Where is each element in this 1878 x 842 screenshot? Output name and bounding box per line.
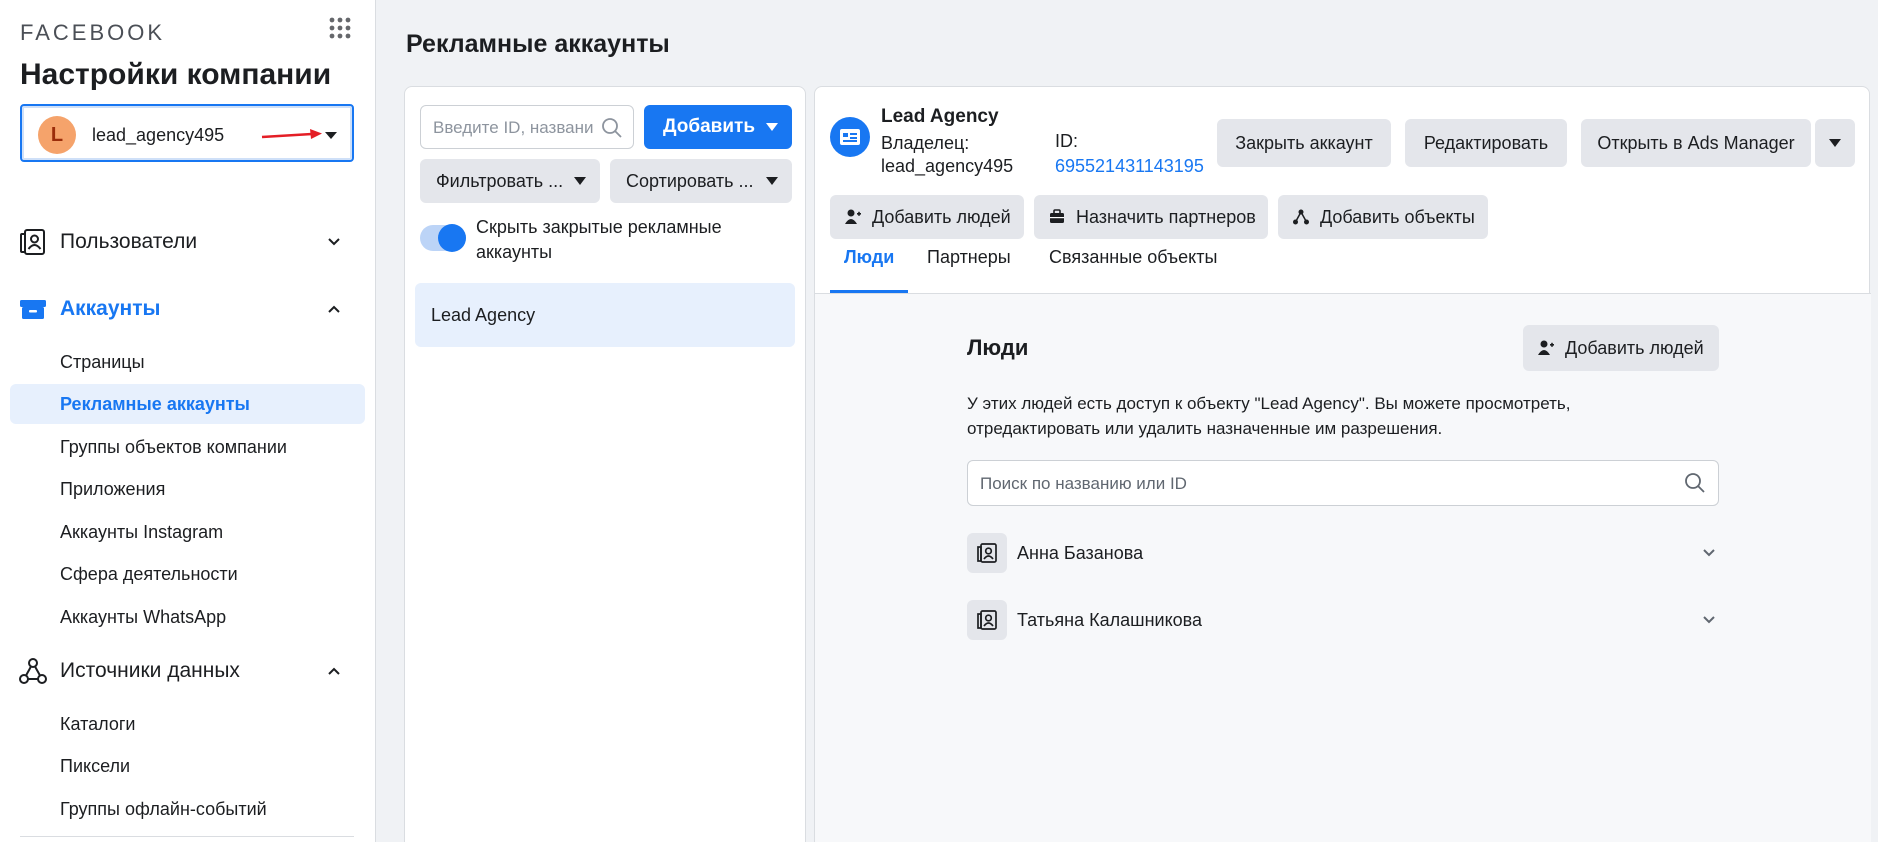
sidebar-item-offline-event-sets[interactable]: Группы офлайн-событий — [10, 789, 365, 829]
person-name: Анна Базанова — [1017, 542, 1144, 563]
people-search-placeholder: Поиск по названию или ID — [980, 474, 1187, 493]
account-avatar: L — [38, 116, 76, 154]
caret-down-icon — [766, 177, 778, 185]
ad-account-id-link[interactable]: 695521431143195 — [1055, 156, 1204, 177]
person-name: Татьяна Калашникова — [1017, 609, 1203, 630]
people-search-input[interactable]: Поиск по названию или ID — [967, 460, 1719, 506]
connected-assets-icon — [1293, 209, 1309, 225]
person-row[interactable]: Татьяна Калашникова — [967, 598, 1719, 642]
chevron-down-icon — [328, 238, 340, 246]
search-icon — [602, 118, 622, 138]
ad-account-list-item[interactable]: Lead Agency — [415, 283, 795, 347]
briefcase-icon — [1050, 209, 1064, 223]
caret-down-icon — [574, 177, 586, 185]
ad-accounts-list-panel: Введите ID, название или... Добавить Фил… — [404, 86, 806, 842]
red-arrow-annotation-icon — [261, 129, 322, 139]
sidebar-item-business-asset-groups[interactable]: Группы объектов компании — [10, 427, 365, 467]
sidebar-section-label: Пользователи — [60, 230, 198, 253]
company-settings-title: Настройки компании — [20, 58, 332, 91]
sidebar-item-whatsapp-accounts[interactable]: Аккаунты WhatsApp — [10, 597, 365, 637]
toggle-knob — [438, 224, 466, 252]
sidebar-item-pages[interactable]: Страницы — [10, 342, 365, 382]
add-person-icon — [845, 209, 861, 224]
sidebar-item-ad-accounts[interactable]: Рекламные аккаунты — [10, 384, 365, 424]
active-tab-indicator — [830, 290, 908, 293]
account-name: lead_agency495 — [92, 125, 225, 145]
person-row[interactable]: Анна Базанова — [967, 531, 1719, 575]
facebook-logo: FACEBOOK — [20, 20, 166, 45]
apps-grid-icon[interactable] — [328, 16, 352, 40]
users-icon — [20, 229, 45, 255]
sidebar-item-catalogs[interactable]: Каталоги — [10, 704, 365, 744]
tab-connected-assets[interactable]: Связанные объекты — [1049, 247, 1217, 279]
sidebar-item-apps[interactable]: Приложения — [10, 469, 365, 509]
people-add-button[interactable]: Добавить людей — [1523, 325, 1719, 371]
person-avatar-icon — [967, 533, 1007, 573]
add-button[interactable]: Добавить — [644, 105, 792, 149]
filter-button[interactable]: Фильтровать ... — [420, 159, 600, 203]
assign-partners-button[interactable]: Назначить партнеров — [1034, 195, 1268, 239]
sidebar-section-label: Аккаунты — [60, 297, 161, 320]
caret-down-icon — [766, 123, 778, 131]
sort-button-label: Сортировать ... — [626, 170, 754, 191]
people-add-label: Добавить людей — [1565, 337, 1704, 358]
open-ads-manager-button[interactable]: Открыть в Ads Manager — [1581, 119, 1811, 167]
sidebar-section-users[interactable]: Пользователи — [18, 222, 344, 262]
tab-partners[interactable]: Партнеры — [927, 247, 1011, 279]
add-button-label: Добавить — [663, 116, 756, 137]
sort-button[interactable]: Сортировать ... — [610, 159, 792, 203]
add-people-label: Добавить людей — [872, 206, 1011, 227]
sidebar-item-line-of-business[interactable]: Сфера деятельности — [10, 554, 365, 594]
add-people-button[interactable]: Добавить людей — [830, 195, 1024, 239]
people-description: У этих людей есть доступ к объекту "Lead… — [967, 394, 1571, 438]
person-avatar-icon — [967, 600, 1007, 640]
data-sources-icon — [19, 658, 47, 684]
chevron-up-icon — [328, 305, 340, 313]
tab-people[interactable]: Люди — [844, 247, 894, 279]
page-title: Рекламные аккаунты — [406, 30, 670, 58]
search-placeholder: Введите ID, название или... — [433, 118, 593, 137]
add-person-icon — [1538, 340, 1554, 355]
close-account-button[interactable]: Закрыть аккаунт — [1217, 119, 1391, 167]
assign-partners-label: Назначить партнеров — [1076, 206, 1256, 227]
id-label: ID: — [1055, 131, 1079, 151]
account-search-input[interactable]: Введите ID, название или... — [420, 105, 634, 149]
more-options-button[interactable] — [1815, 119, 1855, 167]
sidebar-section-data-sources[interactable]: Источники данных — [18, 651, 344, 691]
sidebar-item-pixels[interactable]: Пиксели — [10, 746, 365, 786]
sidebar-section-label: Источники данных — [60, 659, 240, 682]
caret-down-icon — [325, 132, 337, 139]
sidebar-item-instagram-accounts[interactable]: Аккаунты Instagram — [10, 512, 365, 552]
add-assets-label: Добавить объекты — [1320, 206, 1475, 227]
chevron-up-icon — [328, 667, 340, 675]
accounts-icon — [20, 300, 46, 319]
sidebar-section-accounts[interactable]: Аккаунты — [18, 289, 344, 329]
owner-label: Владелец: — [881, 133, 970, 153]
filter-button-label: Фильтровать ... — [436, 170, 564, 191]
sidebar-divider — [20, 836, 354, 837]
search-icon — [1685, 473, 1705, 493]
people-section-title: Люди — [967, 335, 1029, 360]
hide-closed-accounts-toggle[interactable] — [420, 224, 466, 252]
add-assets-button[interactable]: Добавить объекты — [1278, 195, 1488, 239]
chevron-down-icon — [1703, 616, 1715, 624]
owner-value: lead_agency495 — [881, 156, 1014, 176]
ad-account-name: Lead Agency — [881, 106, 999, 127]
chevron-down-icon — [1703, 549, 1715, 557]
business-account-selector[interactable]: L lead_agency495 — [20, 104, 354, 162]
sidebar: FACEBOOK Настройки компании L lead_agenc… — [0, 0, 376, 842]
edit-button[interactable]: Редактировать — [1405, 119, 1567, 167]
ad-account-detail-panel: Lead Agency Владелец: lead_agency495 ID:… — [814, 86, 1871, 842]
ad-account-icon — [830, 117, 870, 157]
caret-down-icon — [1829, 139, 1841, 147]
hide-closed-accounts-label: Скрыть закрытые рекламные аккаунты — [476, 217, 722, 262]
